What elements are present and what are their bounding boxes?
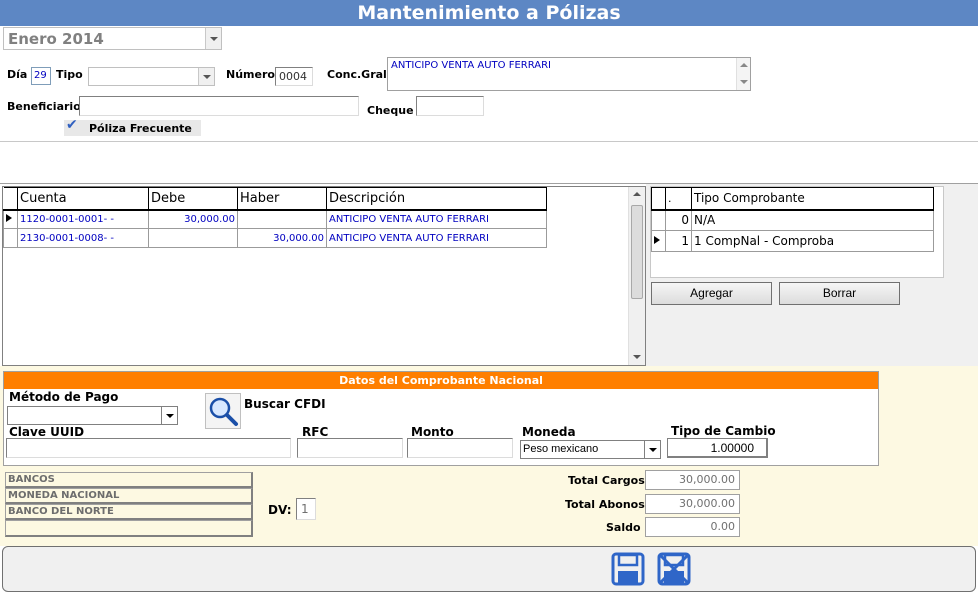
numero-label: Número [226, 68, 275, 81]
borrar-button[interactable]: Borrar [779, 282, 900, 305]
table-row[interactable]: 1120-0001-0001- - 30,000.00 ANTICIPO VEN… [3, 209, 547, 229]
col-cuenta[interactable]: Cuenta [17, 187, 149, 211]
dv-value: 1 [301, 502, 309, 516]
bank-line-bancos: BANCOS [5, 472, 253, 488]
magnifier-icon[interactable] [205, 393, 241, 429]
period-select[interactable]: Enero 2014 [3, 27, 222, 50]
moneda-select[interactable]: Peso mexicano [520, 440, 661, 459]
monto-label: Monto [411, 425, 454, 439]
cell-haber[interactable] [237, 209, 327, 229]
nacional-header: Datos del Comprobante Nacional [4, 372, 878, 389]
col-descripcion[interactable]: Descripción [326, 187, 547, 211]
total-cargos-label: Total Cargos [568, 474, 645, 487]
bank-line-extra [5, 520, 253, 537]
dia-label: Día [7, 68, 28, 81]
row-pointer-icon [654, 235, 660, 244]
beneficiario-label: Beneficiario [7, 100, 81, 113]
cell-cuenta[interactable]: 1120-0001-0001- - [17, 209, 149, 229]
cell-num[interactable]: 0 [665, 209, 692, 231]
tipo-select[interactable] [88, 67, 215, 86]
bottom-toolbar [2, 546, 976, 592]
buscar-cfdi-label[interactable]: Buscar CFDI [244, 397, 326, 411]
dv-field[interactable]: 1 [296, 498, 316, 520]
cell-cuenta[interactable]: 2130-0001-0008- - [17, 228, 149, 248]
check-icon: ✔ [66, 117, 78, 133]
total-cargos-value: 30,000.00 [645, 470, 740, 490]
saldo-label: Saldo [606, 521, 641, 534]
cell-debe[interactable]: 30,000.00 [148, 209, 238, 229]
beneficiario-field[interactable] [79, 96, 359, 116]
cell-haber[interactable]: 30,000.00 [237, 228, 327, 248]
dia-field[interactable]: 29 [31, 67, 51, 85]
period-value: Enero 2014 [8, 30, 104, 48]
col-haber[interactable]: Haber [237, 187, 327, 211]
monto-field[interactable] [407, 438, 513, 458]
chevron-down-icon[interactable] [198, 68, 214, 85]
metodo-label: Método de Pago [9, 390, 119, 404]
tipo-label: Tipo [56, 68, 83, 81]
bank-line-banco: BANCO DEL NORTE [5, 504, 253, 520]
numero-field[interactable]: 0004 [275, 67, 313, 86]
saldo-value: 0.00 [645, 517, 740, 537]
col-debe[interactable]: Debe [148, 187, 238, 211]
cheque-field[interactable] [416, 96, 484, 116]
table-row[interactable]: 0 N/A [651, 209, 934, 231]
chevron-down-icon[interactable] [161, 407, 177, 424]
textarea-scrollbar[interactable] [736, 58, 750, 90]
concgral-textarea[interactable]: ANTICIPO VENTA AUTO FERRARI [387, 57, 751, 91]
row-pointer-icon [6, 213, 12, 222]
cell-descripcion[interactable]: ANTICIPO VENTA AUTO FERRARI [326, 228, 547, 248]
header-divider [0, 141, 978, 142]
table-row[interactable]: 2130-0001-0008- - 30,000.00 ANTICIPO VEN… [3, 228, 547, 248]
scrollbar-thumb[interactable] [631, 205, 643, 299]
total-abonos-value: 30,000.00 [645, 494, 740, 514]
col-tipo-comprobante[interactable]: Tipo Comprobante [691, 187, 934, 211]
cell-num[interactable]: 1 [665, 230, 692, 252]
uuid-label: Clave UUID [9, 425, 85, 439]
metodo-select[interactable] [7, 406, 178, 425]
window-title: Mantenimiento a Pólizas [0, 0, 978, 26]
entries-scrollbar[interactable] [628, 187, 645, 365]
concgral-value: ANTICIPO VENTA AUTO FERRARI [391, 60, 551, 71]
tipo-cambio-field[interactable]: 1.00000 [667, 438, 768, 458]
moneda-value: Peso mexicano [523, 443, 599, 455]
cell-tipo[interactable]: N/A [691, 209, 934, 231]
col-num[interactable]: . [665, 187, 692, 211]
dia-value: 29 [34, 70, 47, 81]
tipo-cambio-value: 1.00000 [710, 441, 754, 455]
entries-grid[interactable]: Cuenta Debe Haber Descripción 1120-0001-… [2, 186, 646, 366]
cancel-save-icon[interactable] [657, 552, 691, 586]
agregar-button[interactable]: Agregar [651, 282, 772, 305]
bank-line-moneda: MONEDA NACIONAL [5, 488, 253, 504]
cheque-label: Cheque [367, 104, 414, 117]
uuid-field[interactable] [6, 438, 291, 458]
rfc-field[interactable] [297, 438, 403, 458]
table-row[interactable]: 1 1 CompNal - Comproba [651, 230, 934, 252]
cell-descripcion[interactable]: ANTICIPO VENTA AUTO FERRARI [326, 209, 547, 229]
concgral-label: Conc.Gral [327, 68, 387, 81]
tipo-cambio-label: Tipo de Cambio [671, 424, 776, 438]
total-abonos-label: Total Abonos [565, 498, 645, 511]
dv-label: DV: [268, 503, 292, 517]
poliza-frecuente-checkbox[interactable]: ✔ Póliza Frecuente [64, 117, 201, 136]
comprobantes-grid[interactable]: . Tipo Comprobante 0 N/A 1 1 CompNal - C… [650, 186, 944, 278]
chevron-down-icon[interactable] [205, 28, 221, 49]
chevron-down-icon[interactable] [644, 441, 660, 458]
rfc-label: RFC [302, 425, 329, 439]
numero-value: 0004 [279, 70, 307, 83]
poliza-frecuente-label: Póliza Frecuente [89, 122, 192, 135]
moneda-label: Moneda [522, 425, 576, 439]
cell-tipo[interactable]: 1 CompNal - Comproba [691, 230, 934, 252]
save-icon[interactable] [611, 552, 645, 586]
cell-debe[interactable] [148, 228, 238, 248]
